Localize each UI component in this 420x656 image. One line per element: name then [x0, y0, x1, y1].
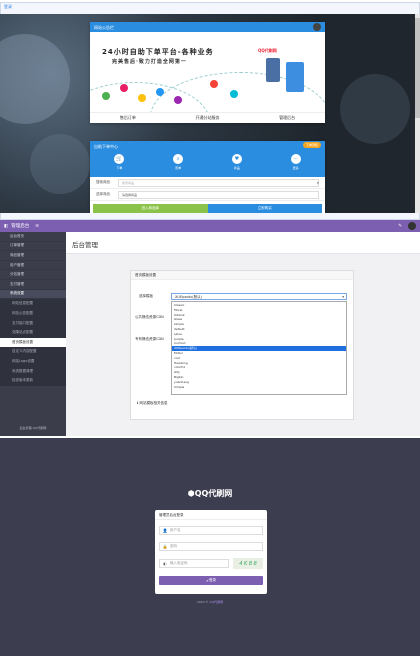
lock-icon: 🔒: [162, 544, 168, 549]
info-note-text: 网站模板相关信息: [139, 401, 168, 405]
sidebar-item-substation[interactable]: 分站管理: [0, 270, 66, 280]
copyright-brand[interactable]: QQ代刷网: [209, 600, 223, 604]
tab-label: 查单: [175, 166, 182, 170]
goods-library-button[interactable]: 进入商品库: [93, 204, 208, 213]
admin-app-title: 管理后台: [11, 224, 30, 229]
order-buttons: 进入商品库 立即购买: [93, 204, 322, 213]
admin-avatar[interactable]: [408, 222, 416, 230]
product-select[interactable]: 请选择商品: [118, 190, 319, 199]
tab-goods[interactable]: ♥ 商品: [231, 154, 242, 170]
collapse-icon[interactable]: ≡: [35, 224, 39, 229]
user-icon: 👤: [162, 528, 168, 533]
login-box-title: 管理员后台登录: [155, 510, 267, 520]
buy-now-button[interactable]: 立即购买: [207, 204, 322, 213]
template-panel: 首页模板设置 选择模板 XUEpaotu(默认) ▾ 公共静态资源CDN 专有静态…: [130, 270, 354, 420]
login-submit-button[interactable]: ✔ 登录: [159, 576, 263, 585]
search-row: 搜索商品 搜索商品 ⌕: [90, 177, 325, 189]
admin-main: 后台管理 首页模板设置 选择模板 XUEpaotu(默认) ▾ 公共静态资源CDN…: [66, 232, 420, 436]
order-header: 自助下单中心 下单须知: [90, 141, 325, 151]
admin-screen: ◧ 管理后台 ≡ ✎ 后台首页 订单管理 商品管理 用户管理 分站管理 支付管理…: [0, 220, 420, 436]
order-notice-button[interactable]: 下单须知: [302, 142, 321, 148]
admin-topbar: ◧ 管理后台 ≡ ✎: [0, 220, 420, 232]
order-tabs: 🛒 下单 ⌕ 查单 ♥ 商品 ⋯ 更多: [90, 151, 325, 177]
tab-more[interactable]: ⋯ 更多: [290, 154, 301, 170]
password-field[interactable]: 🔒 密码: [159, 542, 263, 551]
more-icon: ⋯: [290, 154, 301, 164]
template-label: 选择模板: [139, 294, 153, 298]
product-row: 选择商品 请选择商品: [90, 189, 325, 201]
username-field[interactable]: 👤 用户名: [159, 526, 263, 535]
login-logo: ⬢QQ代刷网: [187, 489, 233, 498]
info-note: ℹ 网站模板相关信息: [137, 401, 167, 406]
cart-icon: 🛒: [114, 154, 125, 164]
captcha-field[interactable]: ◐ 输入验证码: [159, 559, 229, 568]
template-options-list[interactable]: Classic Moral Odeluk Glass simple default Ljku…: [171, 301, 347, 395]
copyright: 2020 © QQ代刷网: [196, 600, 224, 604]
panel-title: 首页模板设置: [131, 271, 353, 280]
captcha-image[interactable]: 4 K 8 8: [233, 558, 263, 569]
sidebar-sub-site-info[interactable]: 网站信息配置: [0, 299, 66, 309]
admin-link[interactable]: 管理后台: [279, 115, 295, 121]
avatar: [313, 23, 321, 31]
notice-title: 网站公告栏: [94, 25, 114, 30]
order-card: 自助下单中心 下单须知 🛒 下单 ⌕ 查单 ♥ 商品 ⋯ 更多 搜索商品 搜索商品 ⌕ …: [90, 141, 325, 213]
sidebar-item-goods[interactable]: 商品管理: [0, 251, 66, 261]
open-substation-link[interactable]: 开通分站服务: [195, 115, 219, 121]
banner-logo: QQ代刷网: [258, 48, 277, 53]
key-icon: ◐: [163, 561, 167, 566]
after-sales-link[interactable]: 售后订单: [120, 115, 136, 121]
notice-header: 网站公告栏: [90, 22, 325, 32]
sidebar-sub-clone[interactable]: 克隆站点配置: [0, 327, 66, 338]
sidebar-item-users[interactable]: 用户管理: [0, 261, 66, 271]
page-title: 后台管理: [66, 232, 420, 254]
sidebar-sub-logo[interactable]: 网站Logo设置: [0, 356, 66, 367]
tab-query[interactable]: ⌕ 查单: [173, 154, 184, 170]
banner-subtitle: 完美售后·致力打造全网第一: [112, 59, 187, 65]
login-screen: ⬢QQ代刷网 管理员后台登录 👤 用户名 🔒 密码 ◐ 输入验证码 4 K 8 8 ✔…: [0, 438, 420, 656]
logo-icon: ⬢: [187, 489, 195, 498]
sidebar-item-payment[interactable]: 支付管理: [0, 280, 66, 290]
page-scrollbar[interactable]: [415, 14, 420, 213]
template-select[interactable]: XUEpaotu(默认) ▾: [171, 293, 347, 300]
search-input[interactable]: 搜索商品: [118, 178, 319, 187]
banner-title: 24小时自助下单平台-各种业务: [102, 48, 214, 56]
menu-icon[interactable]: ◧: [4, 224, 8, 229]
sidebar-sub-template[interactable]: 首页模板设置: [0, 337, 66, 348]
template-option[interactable]: Simple: [172, 385, 346, 390]
tab-order[interactable]: 🛒 下单: [114, 154, 125, 170]
search-icon: ⌕: [173, 154, 184, 164]
site-topbar: QQ代刷网 登录: [0, 0, 420, 220]
tab-label: 商品: [233, 166, 240, 170]
goods-icon: ♥: [231, 154, 242, 164]
chevron-down-icon: ▾: [342, 295, 344, 299]
sidebar-sub-custom[interactable]: 自定义内容配置: [0, 347, 66, 357]
cdn1-label: 公共静态资源CDN: [135, 315, 164, 319]
tab-label: 更多: [292, 166, 299, 170]
notice-card: 网站公告栏 24小时自助下单平台-各种业务 完美售后·致力打造全网第一 QQ代刷…: [90, 22, 325, 123]
login-box: 管理员后台登录 👤 用户名 🔒 密码 ◐ 输入验证码 4 K 8 8 ✔ 登录: [155, 510, 267, 594]
search-label: 搜索商品: [96, 180, 110, 184]
cdn2-label: 专有静态资源CDN: [135, 337, 164, 341]
product-label: 选择商品: [96, 192, 110, 196]
sidebar-sub-update[interactable]: 检查版本更新: [0, 375, 66, 386]
notice-footer: 售后订单 开通分站服务 管理后台: [90, 112, 325, 123]
sidebar-sub-notice[interactable]: 网站公告配置: [0, 308, 66, 319]
sidebar-sub-payment-api[interactable]: 支付接口配置: [0, 318, 66, 328]
sidebar-item-orders[interactable]: 订单管理: [0, 242, 66, 252]
template-select-value: XUEpaotu(默认): [175, 295, 203, 299]
tab-label: 下单: [116, 166, 123, 170]
search-icon[interactable]: ⌕: [317, 180, 319, 185]
sidebar-item-home[interactable]: 后台首页: [0, 232, 66, 242]
admin-sidebar: 后台首页 订单管理 商品管理 用户管理 分站管理 支付管理 系统设置 网站信息配…: [0, 232, 66, 436]
sidebar-sub-cleanup[interactable]: 系统数据清理: [0, 366, 66, 376]
sidebar-item-system[interactable]: 系统设置: [0, 289, 66, 300]
promo-banner: 24小时自助下单平台-各种业务 完美售后·致力打造全网第一 QQ代刷网: [90, 32, 325, 112]
hero-section: 网站公告栏 24小时自助下单平台-各种业务 完美售后·致力打造全网第一 QQ代刷…: [0, 14, 420, 213]
order-title: 自助下单中心: [94, 144, 118, 149]
pin-icon[interactable]: ✎: [398, 224, 402, 229]
sidebar-footer: 后台管理 QQ代刷网: [19, 426, 47, 430]
